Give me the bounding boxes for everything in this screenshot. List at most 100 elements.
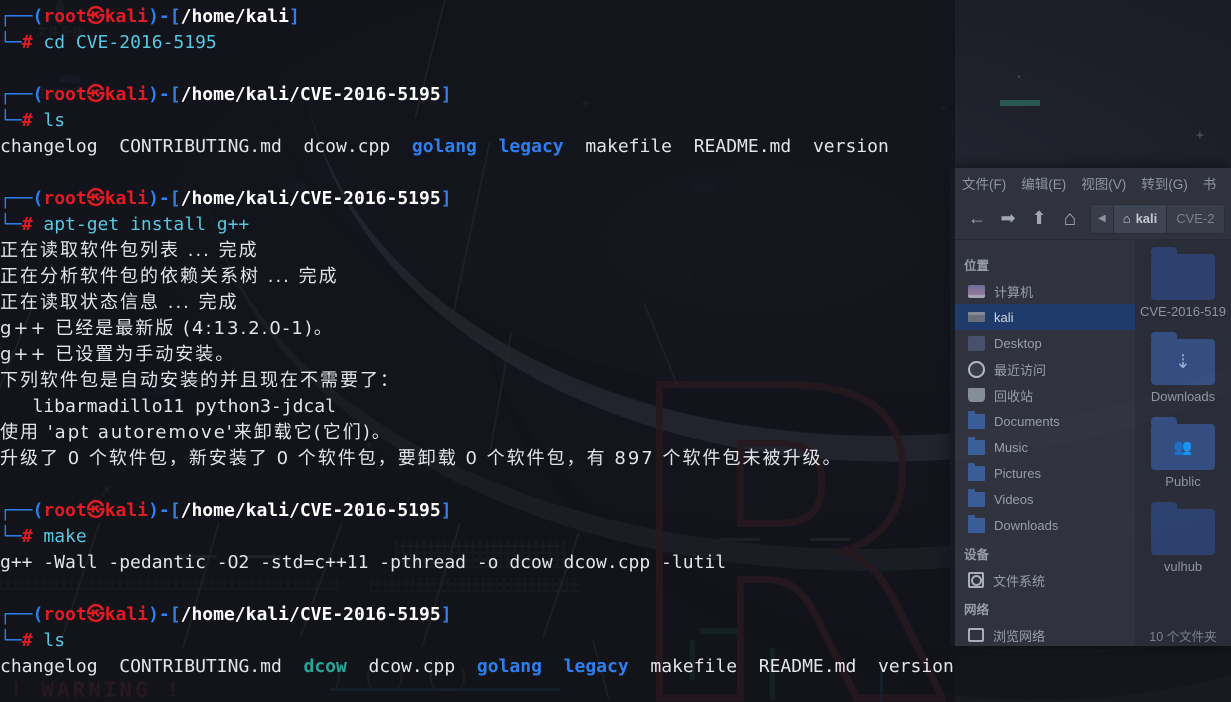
prompt-corner-icon: └─	[0, 214, 22, 235]
breadcrumb-label: kali	[1135, 211, 1158, 226]
sidebar-item-recent[interactable]: 最近访问	[950, 356, 1135, 382]
sidebar-item-pictures[interactable]: Pictures	[950, 460, 1135, 486]
file-item[interactable]: ⇣ Downloads	[1135, 332, 1231, 404]
terminal-prompt-line: ┌──(root㉿kali)-[/home/kali/CVE-2016-5195…	[0, 604, 452, 625]
breadcrumb-segment-kali[interactable]: ⌂ kali	[1113, 204, 1168, 233]
sidebar-item-kali[interactable]: kali	[950, 304, 1135, 330]
download-arrow-icon: ⇣	[1175, 351, 1191, 373]
ls-entry: legacy	[563, 656, 629, 677]
disk-icon	[968, 572, 984, 588]
file-manager-window[interactable]: 文件(F) 编辑(E) 视图(V) 转到(G) 书 ← ➡ ⬆ ⌂ ◀ ⌂ ka…	[950, 168, 1231, 646]
up-arrow-icon[interactable]: ⬆	[1028, 208, 1050, 230]
prompt-corner-icon: └─	[0, 32, 22, 53]
sidebar-item-videos[interactable]: Videos	[950, 486, 1135, 512]
prompt-corner-icon: └─	[0, 110, 22, 131]
breadcrumb: ◀ ⌂ kali CVE-2	[1090, 203, 1225, 234]
prompt-hash: #	[21, 32, 33, 53]
file-item[interactable]: 👥 Public	[1135, 417, 1231, 489]
ls-entry: dcow	[303, 656, 347, 677]
terminal-block: ┌──(root㉿kali)-[/home/kali/CVE-2016-5195…	[0, 82, 955, 160]
terminal-command-line[interactable]: └─# apt-get install g++	[0, 212, 955, 238]
file-item[interactable]: vulhub	[1135, 502, 1231, 574]
sidebar-item-label: Desktop	[994, 335, 1042, 351]
sidebar-heading-devices: 设备	[964, 548, 990, 562]
prompt-corner-icon: ┌──	[0, 6, 33, 27]
prompt-corner-icon: ┌──	[0, 604, 33, 625]
prompt-hash: #	[21, 214, 33, 235]
home-icon[interactable]: ⌂	[1059, 207, 1081, 230]
terminal-prompt-line: ┌──(root㉿kali)-[/home/kali/CVE-2016-5195…	[0, 84, 452, 105]
sidebar-item-desktop[interactable]: Desktop	[950, 330, 1135, 356]
prompt-user: root	[43, 604, 87, 625]
sidebar-item-label: Pictures	[994, 465, 1041, 481]
terminal-block: ┌──(root㉿kali)-[/home/kali] └─# cd CVE-20…	[0, 4, 955, 56]
breadcrumb-segment-cve[interactable]: CVE-2	[1167, 205, 1223, 233]
terminal-block: ┌──(root㉿kali)-[/home/kali/CVE-2016-5195…	[0, 498, 955, 576]
prompt-hash: #	[21, 110, 33, 131]
home-icon: ⌂	[1122, 211, 1131, 226]
terminal-window[interactable]: ┌──(root㉿kali)-[/home/kali] └─# cd CVE-20…	[0, 0, 955, 702]
sidebar-item-label: 浏览网络	[993, 628, 1046, 644]
terminal-command: make	[32, 526, 87, 547]
prompt-corner-icon: └─	[0, 526, 22, 547]
menu-go[interactable]: 转到(G)	[1141, 173, 1188, 193]
file-manager-file-list[interactable]: CVE-2016-519 ⇣ Downloads 👥 Public vulhub…	[1135, 240, 1231, 646]
menu-bookmarks[interactable]: 书	[1203, 173, 1217, 193]
terminal-command-line[interactable]: └─# make	[0, 524, 955, 550]
prompt-corner-icon: ┌──	[0, 84, 33, 105]
folder-icon	[1151, 247, 1215, 300]
terminal-block: ┌──(root㉿kali)-[/home/kali/CVE-2016-5195…	[0, 602, 955, 680]
prompt-user: root	[43, 188, 87, 209]
sidebar-item-trash[interactable]: 回收站	[950, 382, 1135, 408]
forward-arrow-icon[interactable]: ➡	[997, 208, 1019, 230]
file-manager-sidebar: 位置 计算机 kali Desktop 最近访问 回收站 Documents M…	[950, 240, 1135, 646]
ls-entry: dcow.cpp	[303, 136, 391, 157]
menu-view[interactable]: 视图(V)	[1081, 173, 1126, 193]
breadcrumb-collapse-icon[interactable]: ◀	[1091, 204, 1114, 233]
ls-entry: CONTRIBUTING.md	[119, 136, 282, 157]
terminal-command-line[interactable]: └─# ls	[0, 108, 955, 134]
menu-file[interactable]: 文件(F)	[962, 173, 1006, 193]
sidebar-item-label: Music	[994, 439, 1028, 455]
ls-entry: dcow.cpp	[368, 656, 456, 677]
file-manager-toolbar: ← ➡ ⬆ ⌂ ◀ ⌂ kali CVE-2	[950, 198, 1231, 240]
ls-entry: changelog	[0, 136, 98, 157]
sidebar-item-downloads[interactable]: Downloads	[950, 512, 1135, 538]
desktop-folder-icon	[968, 335, 985, 351]
terminal-block: ┌──(root㉿kali)-[/home/kali/CVE-2016-5195…	[0, 186, 955, 472]
terminal-text-output: 正在分析软件包的依赖关系树 ... 完成	[0, 266, 339, 287]
prompt-user: root	[43, 6, 87, 27]
back-arrow-icon[interactable]: ←	[966, 208, 988, 230]
sidebar-item-label: Downloads	[994, 517, 1059, 533]
sidebar-item-documents[interactable]: Documents	[950, 408, 1135, 434]
terminal-command: ls	[32, 630, 66, 651]
ls-entry: CONTRIBUTING.md	[119, 656, 282, 677]
sidebar-item-computer[interactable]: 计算机	[950, 278, 1135, 304]
ls-entry: version	[877, 656, 954, 677]
kali-dragon-icon: ㉿	[86, 604, 105, 625]
sidebar-item-filesystem[interactable]: 文件系统	[950, 567, 1135, 593]
sidebar-item-browse-network[interactable]: 浏览网络	[950, 622, 1135, 646]
menu-edit[interactable]: 编辑(E)	[1021, 173, 1066, 193]
prompt-path: /home/kali/CVE-2016-5195	[180, 188, 441, 209]
sidebar-item-music[interactable]: Music	[950, 434, 1135, 460]
prompt-host: kali	[104, 500, 149, 521]
terminal-command: ls	[32, 110, 66, 131]
terminal-command-line[interactable]: └─# cd CVE-2016-5195	[0, 30, 955, 56]
prompt-path: /home/kali/CVE-2016-5195	[180, 500, 441, 521]
terminal-text-output: libarmadillo11 python3-jdcal	[0, 396, 336, 417]
file-manager-statusbar: 10 个文件夹	[1149, 629, 1217, 644]
prompt-path: /home/kali/CVE-2016-5195	[180, 84, 441, 105]
terminal-spacer	[0, 576, 955, 602]
file-item-label: vulhub	[1163, 559, 1203, 574]
terminal-command-line[interactable]: └─# ls	[0, 628, 955, 654]
file-item-label: Downloads	[1150, 389, 1216, 404]
kali-dragon-icon: ㉿	[86, 6, 105, 27]
recent-clock-icon	[968, 360, 985, 378]
prompt-user: root	[43, 84, 87, 105]
documents-folder-icon	[968, 410, 985, 429]
file-item[interactable]: CVE-2016-519	[1135, 247, 1231, 319]
music-folder-icon	[968, 436, 985, 455]
ls-entry: version	[812, 136, 889, 157]
prompt-host: kali	[104, 84, 149, 105]
